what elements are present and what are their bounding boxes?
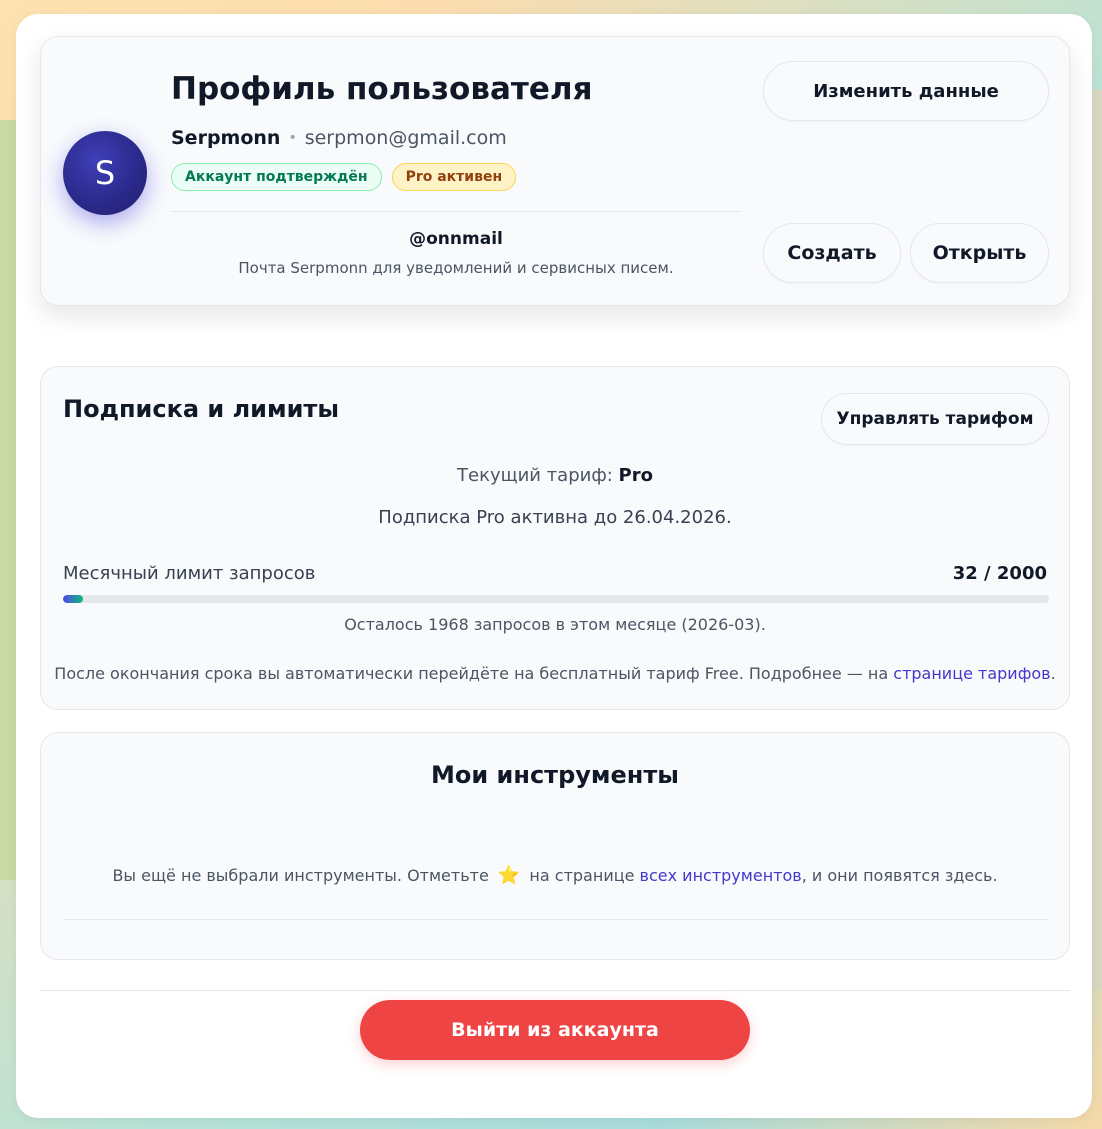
after-expiry-text: После окончания срока вы автоматически п…: [54, 664, 889, 683]
current-tariff: Текущий тариф: Pro: [41, 465, 1069, 486]
after-expiry-end: .: [1050, 664, 1056, 683]
tools-title: Мои инструменты: [431, 761, 679, 789]
page-title: Профиль пользователя: [171, 71, 593, 107]
profile-card: S Профиль пользователя Serpmonn • serpmo…: [40, 36, 1070, 306]
tools-empty-end: , и они появятся здесь.: [801, 866, 998, 885]
create-mail-button[interactable]: Создать: [763, 223, 901, 283]
open-mail-button[interactable]: Открыть: [910, 223, 1049, 283]
user-info-line: Serpmonn • serpmon@gmail.com: [171, 127, 507, 149]
avatar: S: [63, 131, 147, 215]
star-icon: ⭐: [497, 865, 521, 886]
current-tariff-label: Текущий тариф:: [457, 465, 613, 486]
tools-empty-start: Вы ещё не выбрали инструменты. Отметьте: [112, 866, 489, 885]
logout-button[interactable]: Выйти из аккаунта: [360, 1000, 750, 1060]
subscription-active-until: Подписка Pro активна до 26.04.2026.: [378, 507, 732, 528]
tariffs-page-link[interactable]: странице тарифов: [893, 664, 1050, 683]
divider: [40, 990, 1070, 991]
divider: [63, 919, 1049, 920]
pro-badge: Pro активен: [391, 163, 517, 191]
my-tools-card: Мои инструменты Вы ещё не выбрали инстру…: [40, 732, 1070, 960]
status-badges: Аккаунт подтверждён Pro активен: [171, 163, 517, 191]
limit-progress-bar: [63, 595, 1049, 603]
remaining-requests: Осталось 1968 запросов в этом месяце (20…: [344, 615, 766, 634]
verified-badge: Аккаунт подтверждён: [171, 163, 382, 191]
after-expiry-note: После окончания срока вы автоматически п…: [41, 664, 1069, 683]
user-email: serpmon@gmail.com: [304, 127, 507, 149]
mail-handle: @onnmail: [409, 229, 503, 249]
avatar-letter: S: [94, 154, 116, 192]
tools-empty-middle: на странице: [529, 866, 635, 885]
profile-page-panel: S Профиль пользователя Serpmonn • serpmo…: [16, 14, 1092, 1118]
username: Serpmonn: [171, 127, 281, 149]
subscription-title: Подписка и лимиты: [63, 395, 340, 423]
manage-tariff-button[interactable]: Управлять тарифом: [821, 393, 1049, 445]
mail-description: Почта Serpmonn для уведомлений и сервисн…: [238, 259, 674, 277]
subscription-card: Подписка и лимиты Управлять тарифом Теку…: [40, 366, 1070, 710]
limit-progress-fill: [63, 595, 83, 603]
edit-profile-button[interactable]: Изменить данные: [763, 61, 1049, 121]
monthly-limit-label: Месячный лимит запросов: [63, 563, 316, 584]
monthly-limit-value: 32 / 2000: [952, 563, 1047, 584]
separator-dot-icon: •: [288, 130, 297, 146]
tools-empty-message: Вы ещё не выбрали инструменты. Отметьте …: [41, 865, 1069, 886]
divider: [171, 211, 741, 212]
all-tools-link[interactable]: всех инструментов: [640, 866, 802, 885]
current-tariff-value: Pro: [618, 465, 653, 486]
